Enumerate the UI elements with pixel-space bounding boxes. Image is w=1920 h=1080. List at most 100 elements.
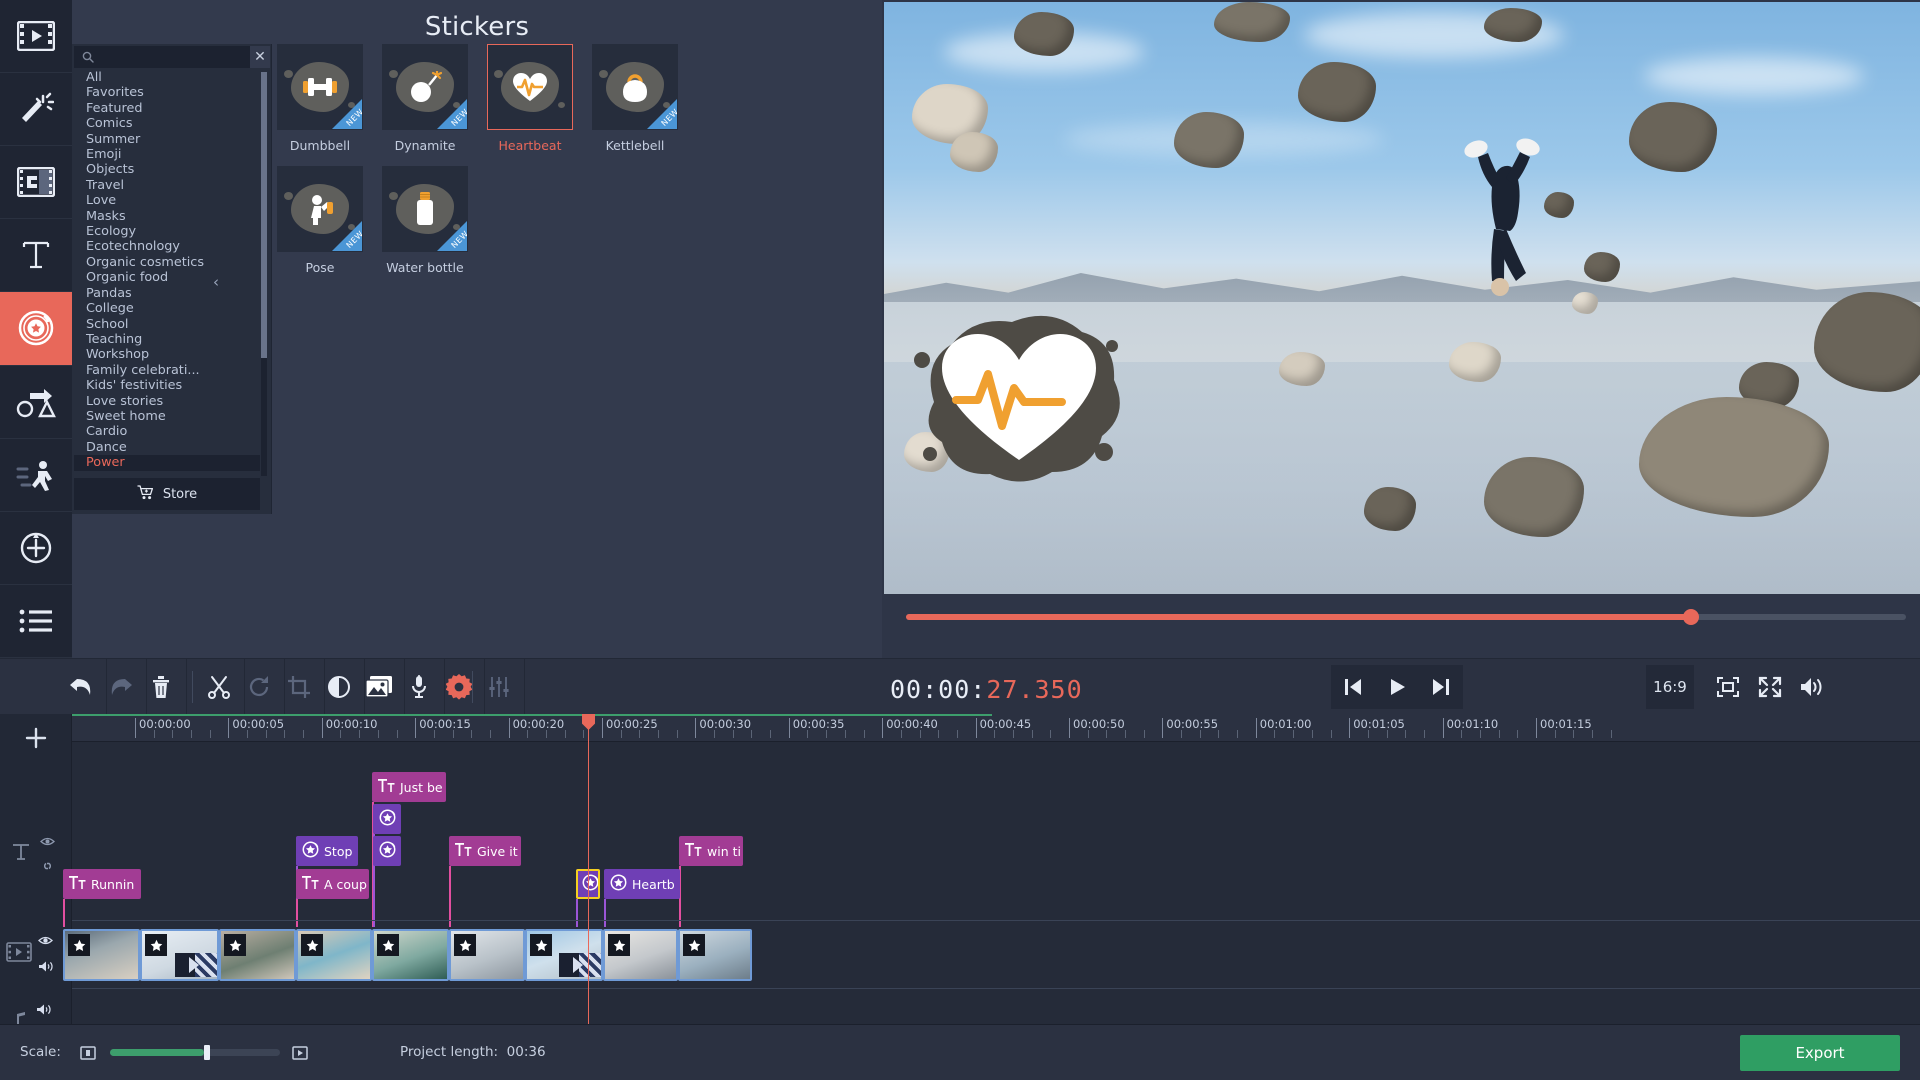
video-clip[interactable] (296, 929, 372, 981)
panel-collapse-button[interactable]: ‹ (207, 270, 225, 294)
category-item[interactable]: Travel (74, 178, 260, 193)
category-item[interactable]: Favorites (74, 85, 260, 100)
playhead[interactable] (582, 714, 595, 1024)
video-clip[interactable] (449, 929, 525, 981)
rail-item-filters[interactable] (0, 73, 72, 147)
category-item[interactable]: All (74, 70, 260, 85)
category-item[interactable]: Family celebrati... (74, 363, 260, 378)
category-item[interactable]: Teaching (74, 332, 260, 347)
category-scrollbar[interactable] (261, 72, 267, 476)
scale-large-icon[interactable] (292, 1045, 308, 1065)
video-clip[interactable] (525, 929, 603, 981)
rail-item-project-files[interactable] (0, 585, 72, 658)
rail-item-stickers[interactable] (0, 292, 72, 366)
sticker-tile[interactable]: Heartbeat (487, 44, 573, 153)
transition-marker[interactable] (175, 953, 217, 977)
title-clip[interactable]: Give it (449, 836, 521, 866)
category-item[interactable]: Ecotechnology (74, 239, 260, 254)
category-item[interactable]: Organic cosmetics (74, 255, 260, 270)
heartbeat-sticker-overlay[interactable] (904, 302, 1134, 492)
title-clip[interactable]: Runnin (63, 869, 141, 899)
previous-frame-button[interactable] (1331, 665, 1375, 709)
preview-seek-bar[interactable] (906, 609, 1906, 625)
video-clip[interactable] (678, 929, 752, 981)
seek-knob[interactable] (1683, 609, 1699, 625)
sticker-thumbnail[interactable]: NEW (277, 44, 363, 130)
ruler-tick-minor (303, 730, 305, 738)
category-item[interactable]: Kids' festivities (74, 378, 260, 393)
category-item[interactable]: Featured (74, 101, 260, 116)
sticker-clip[interactable] (373, 804, 401, 834)
new-badge: NEW (437, 221, 467, 251)
video-clip[interactable] (140, 929, 219, 981)
category-item[interactable]: School (74, 317, 260, 332)
timeline-ruler[interactable]: 00:00:00 00:00:05 00:00:10 00:00:15 00:00:20… (72, 714, 1920, 742)
category-item[interactable]: Dance (74, 440, 260, 455)
equalizer-button[interactable] (473, 659, 525, 715)
sticker-thumbnail[interactable]: NEW (277, 166, 363, 252)
sticker-thumbnail[interactable]: NEW (592, 44, 678, 130)
rail-item-animation[interactable] (0, 439, 72, 512)
title-clip[interactable]: win ti (679, 836, 743, 866)
sticker-clip[interactable] (373, 836, 401, 866)
scale-small-icon[interactable] (80, 1045, 96, 1065)
rail-item-transitions[interactable] (0, 146, 72, 220)
clip-label: Runnin (91, 876, 135, 892)
delete-button[interactable] (135, 659, 187, 715)
sticker-tile[interactable]: NEW Water bottle (382, 166, 468, 275)
rail-item-more-tools[interactable] (0, 512, 72, 585)
clip-type-icon (610, 874, 627, 894)
category-item[interactable]: Summer (74, 132, 260, 147)
detach-preview-button[interactable] (1706, 665, 1750, 709)
video-preview[interactable] (884, 2, 1920, 594)
sticker-thumbnail[interactable]: NEW (382, 44, 468, 130)
category-item[interactable]: Workshop (74, 347, 260, 362)
export-button[interactable]: Export (1740, 1035, 1900, 1071)
transition-marker[interactable] (559, 953, 601, 977)
video-clip[interactable] (372, 929, 449, 981)
sticker-tile[interactable]: NEW Pose (277, 166, 363, 275)
category-item[interactable]: Organic food (74, 270, 260, 285)
category-item[interactable]: Cardio (74, 424, 260, 439)
sticker-tile[interactable]: NEW Dynamite (382, 44, 468, 153)
editing-toolbar: 00:00:27.350 16:9 (0, 658, 1920, 715)
title-clip[interactable]: Just be (372, 772, 446, 802)
sticker-thumbnail[interactable] (487, 44, 573, 130)
video-clip[interactable] (603, 929, 678, 981)
sticker-thumbnail[interactable]: NEW (382, 166, 468, 252)
sticker-clip[interactable]: Heartb (604, 869, 680, 899)
ruler-tick-major (1069, 718, 1070, 738)
category-item[interactable]: Masks (74, 209, 260, 224)
audio-track-sound-icon[interactable] (36, 1001, 52, 1020)
scale-knob[interactable] (203, 1045, 210, 1060)
sticker-tile[interactable]: NEW Kettlebell (592, 44, 678, 153)
volume-button[interactable] (1790, 665, 1834, 709)
video-clip[interactable] (219, 929, 296, 981)
category-item[interactable]: Love (74, 193, 260, 208)
search-clear-button[interactable]: ✕ (250, 46, 270, 68)
category-item[interactable]: Comics (74, 116, 260, 131)
play-button[interactable] (1375, 665, 1419, 709)
rail-item-callouts[interactable] (0, 366, 72, 439)
ruler-tick-minor (1237, 730, 1239, 738)
category-item[interactable]: Objects (74, 162, 260, 177)
store-button[interactable]: Store (74, 478, 260, 510)
category-item[interactable]: Ecology (74, 224, 260, 239)
fullscreen-button[interactable] (1748, 665, 1792, 709)
sticker-tile[interactable]: NEW Dumbbell (277, 44, 363, 153)
category-item[interactable]: Sweet home (74, 409, 260, 424)
video-clip[interactable] (63, 929, 140, 981)
category-item[interactable]: Pandas (74, 286, 260, 301)
search-input[interactable] (94, 50, 250, 64)
scale-slider[interactable] (110, 1045, 280, 1060)
category-item[interactable]: College (74, 301, 260, 316)
sticker-clip[interactable]: Stop (296, 836, 358, 866)
category-item[interactable]: Emoji (74, 147, 260, 162)
category-item[interactable]: Love stories (74, 394, 260, 409)
next-frame-button[interactable] (1419, 665, 1463, 709)
rail-item-titles[interactable] (0, 219, 72, 293)
title-clip[interactable]: A coup (296, 869, 369, 899)
category-item[interactable]: Power (74, 455, 260, 471)
rail-item-import[interactable] (0, 0, 72, 74)
aspect-ratio-button[interactable]: 16:9 (1646, 665, 1694, 709)
